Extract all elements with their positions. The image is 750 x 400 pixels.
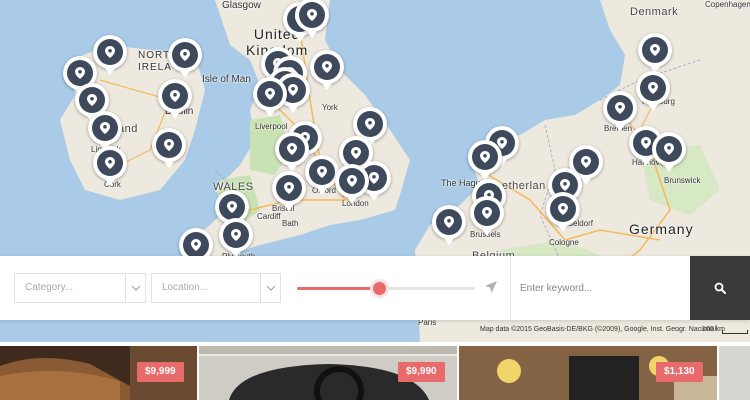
chevron-down-icon	[125, 274, 145, 302]
map-marker[interactable]	[652, 132, 686, 172]
map-attribution: Map data ©2015 GeoBasis-DE/BKG (©2009), …	[480, 326, 716, 333]
map-marker-icon	[97, 39, 123, 65]
map-marker[interactable]	[272, 171, 306, 211]
listing-cards: $9,999 $9,990 $1,130	[0, 342, 750, 400]
map-marker[interactable]	[93, 146, 127, 186]
map-label-brunswick: Brunswick	[664, 176, 701, 185]
map-label-copenhagen: Copenhagen	[705, 0, 750, 9]
map-marker-icon	[607, 95, 633, 121]
map-marker[interactable]	[152, 128, 186, 168]
map-marker[interactable]	[546, 192, 580, 232]
map-marker[interactable]	[219, 218, 253, 258]
location-arrow-icon[interactable]	[484, 280, 498, 294]
map-marker-icon	[92, 115, 118, 141]
map-marker-icon	[573, 149, 599, 175]
listing-card[interactable]: $9,990	[199, 346, 457, 400]
map-marker[interactable]	[468, 140, 502, 180]
map-marker-icon	[357, 111, 383, 137]
map-marker-icon	[156, 132, 182, 158]
map-marker-icon	[640, 75, 666, 101]
map-marker-icon	[314, 54, 340, 80]
map-marker-icon	[219, 194, 245, 220]
map-marker-icon	[162, 83, 188, 109]
map-marker-icon	[436, 209, 462, 235]
map-marker[interactable]	[432, 205, 466, 245]
map-marker-icon	[276, 175, 302, 201]
search-button[interactable]	[690, 256, 750, 320]
category-select[interactable]: Category...	[14, 273, 146, 303]
map-marker[interactable]	[158, 79, 192, 119]
chevron-down-icon	[260, 274, 280, 302]
listing-card[interactable]	[719, 346, 750, 400]
map-marker-icon	[472, 144, 498, 170]
map-marker[interactable]	[88, 111, 122, 151]
map-label-germany: Germany	[629, 221, 694, 237]
map-label-isle-of-man: Isle of Man	[202, 74, 251, 85]
map-marker[interactable]	[305, 155, 339, 195]
search-icon	[714, 282, 726, 294]
price-badge: $1,130	[656, 362, 703, 382]
map-marker[interactable]	[275, 132, 309, 172]
map-marker-icon	[339, 168, 365, 194]
map-marker-icon	[299, 2, 325, 28]
map-marker[interactable]	[310, 50, 344, 90]
category-select-placeholder: Category...	[25, 282, 74, 293]
location-select[interactable]: Location...	[151, 273, 281, 303]
listing-card[interactable]: $9,999	[0, 346, 197, 400]
map-marker-icon	[97, 150, 123, 176]
location-select-placeholder: Location...	[162, 282, 209, 293]
map-marker-icon	[67, 60, 93, 86]
listing-card[interactable]: $1,130	[459, 346, 717, 400]
price-badge: $9,990	[398, 362, 445, 382]
map-label-bath: Bath	[282, 219, 299, 228]
map-marker[interactable]	[638, 33, 672, 73]
map-marker-icon	[79, 87, 105, 113]
map-marker-icon	[172, 42, 198, 68]
map-marker[interactable]	[603, 91, 637, 131]
map-marker-icon	[642, 37, 668, 63]
map-label-denmark: Denmark	[630, 6, 679, 18]
map-label-cologne: Cologne	[549, 238, 579, 247]
map-marker-icon	[223, 222, 249, 248]
map-label-york: York	[322, 103, 338, 112]
map-marker[interactable]	[93, 35, 127, 75]
map-label-liverpool: Liverpool	[255, 122, 288, 131]
map-marker[interactable]	[168, 38, 202, 78]
map-label-glasgow: Glasgow	[222, 0, 261, 11]
map-scale-bar	[722, 330, 748, 334]
map-marker-icon	[279, 136, 305, 162]
keyword-input[interactable]	[520, 278, 680, 298]
map-marker-icon	[309, 159, 335, 185]
map-marker[interactable]	[253, 77, 287, 117]
search-divider	[510, 256, 511, 320]
map-marker-icon	[474, 200, 500, 226]
distance-slider-fill	[297, 287, 379, 290]
map-marker[interactable]	[335, 164, 369, 204]
map-marker-icon	[257, 81, 283, 107]
map-marker[interactable]	[636, 71, 670, 111]
distance-slider[interactable]	[297, 282, 475, 295]
price-badge: $9,999	[137, 362, 184, 382]
map-label-cardiff: Cardiff	[257, 212, 281, 221]
map-marker[interactable]	[470, 196, 504, 236]
map-marker-icon	[550, 196, 576, 222]
map-marker-icon	[183, 232, 209, 258]
map-marker-icon	[656, 136, 682, 162]
map-label-netherlands: etherlan	[502, 180, 546, 192]
distance-slider-handle[interactable]	[372, 282, 386, 295]
